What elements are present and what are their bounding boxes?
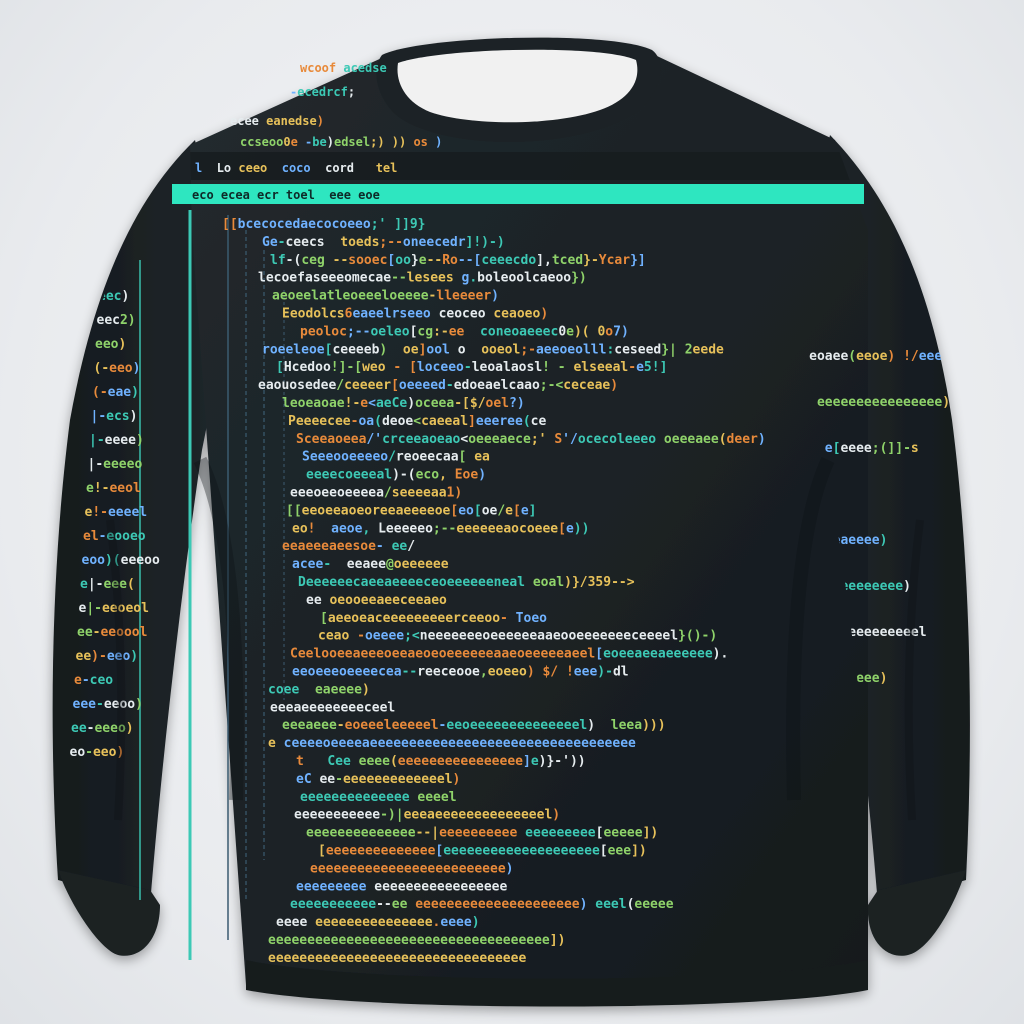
left-sleeve-code-line: ee)-eeo) <box>76 649 139 664</box>
editor-code-line: eeee eeeeeeeeeeeeeee.eeee) <box>276 915 480 930</box>
editor-code-line: [aeeoeaceeeeeeeeerceeoo- Toeo <box>320 611 547 626</box>
left-sleeve-code-line: eee-eeoo) <box>73 697 143 712</box>
editor-code-line: Sceeaoeea/'crceeaoeao<oeeeaece;' S'/ocec… <box>296 432 766 447</box>
editor-code-line: eaouosedee/ceeeer[oeeeed-edoeaelcaao;-<c… <box>258 378 618 393</box>
editor-code-line: Ge-ceecs toeds;--oneecedr]!)-) <box>262 235 505 250</box>
editor-code-line: ceao -oeeee;<neeeeeeeoeeeeeeaaeooeeeeeee… <box>318 629 717 644</box>
editor-code-line: eeeoeeoeeeea/seeeeaa1) <box>290 486 462 501</box>
editor-code-line: eeaeeeaeesoe- ee/ <box>282 539 415 554</box>
editor-code-line: eeeecoeeeal)-(eco, Eoe) <box>306 468 486 483</box>
left-sleeve-code-line: |-eeee) <box>89 433 144 448</box>
editor-code-line: acee- eeaee@oeeeeee <box>292 557 449 572</box>
editor-code-line: eeeaeee-eoeeeleeeeel-eeoeeeeeeeeeeeeeel)… <box>282 718 666 733</box>
editor-code-line: ee oeooeeaeeceeaeo <box>306 593 447 608</box>
left-sleeve-code-line: e|-eeoeol <box>79 601 149 616</box>
tab-row-text: l Lo ceeo coco cord tel <box>195 161 397 175</box>
editor-code-line: leoeaoae!-e<aeCe)oceea-[$/oel?) <box>282 396 525 411</box>
editor-code-line: Deeeeeecaeeaeeeeceoeeeeeeneal eoal)}/359… <box>298 575 635 590</box>
header-code-line: ecee eanedse) <box>230 114 324 128</box>
editor-code-line: eeeeeeeeeee--ee eeeeeeeeeeeeeeeeeeeee) e… <box>290 897 674 912</box>
editor-code-line: Peeeecee-oa(deoe<caeeal]eeeree(ce <box>288 414 546 429</box>
header-code-line: ccseoo0e -be)edsel;) )) os ) <box>240 135 442 149</box>
tab-row: l Lo ceeo coco cord tel <box>195 161 397 175</box>
editor-code-line: lf-(ceg --sooec[oo}e--Ro--[ceeecdo],tced… <box>270 253 646 268</box>
editor-code-line: eeeaeeeeeeeeceel <box>270 700 395 715</box>
editor-code-line: [[eeoeeaoeoreeaeeeeoe[eo[oe/e[e] <box>286 503 536 518</box>
editor-code-line: eeeeeeeee eeeeeeeeeeeeeeeee <box>296 879 508 894</box>
editor-code-line: Ceelooeeaeeeoeeaeoeoeeeeeeaaeoeeeeeaeel[… <box>290 647 728 662</box>
left-sleeve-code-line: e!-eeol <box>86 481 141 496</box>
header-code-line: -ecedrcf; <box>290 85 355 99</box>
editor-code-line: peoloc;--oeleo[cg:-ee coneoaeeec0e)( 0o7… <box>300 324 629 339</box>
editor-code-line: eeeeeeeeeee-)|eeeaeeeeeeeeeeeeeel) <box>294 808 560 823</box>
editor-code-line: e ceeeeoeeeeaeeeeeeeeeeeeeeeeeeeeeeeeeee… <box>268 736 636 751</box>
editor-code-line: eeeeeeeeeeeeee--|eeeeeeeeee eeeeeeeee[ee… <box>306 826 658 841</box>
left-sleeve-code-line: |-ecs) <box>91 409 138 424</box>
status-bar-text: eco ecea ecr toel eee eoe <box>192 188 380 202</box>
editor-code-line: [[bcecocedaecocoeeo;' ]]9} <box>222 217 426 232</box>
editor-code-line: Seeeooeeeeo/reoeecaa[ ea <box>302 450 490 465</box>
editor-code-line: roeeleoe[ceeeeb) oe]ool o ooeol;-aeeoeol… <box>262 342 724 357</box>
editor-code-line: Eeodolcs6eaeelrseeo ceoceo ceaoeo) <box>282 307 548 322</box>
left-sleeve-code-line: eec2) <box>97 313 136 328</box>
left-sleeve-code-line: (-eae) <box>92 385 139 400</box>
editor-code-line: eeeeeeeeeeeeeeeeeeeeeeeee) <box>310 861 514 876</box>
editor-code-line: eo! aeoe, Leeeeeo;--eeeeeeaocoeee[e)) <box>292 521 589 536</box>
left-sleeve-code-line: (-eeo) <box>94 361 141 376</box>
editor-code-line: eeeeeeeeeeeeeeeeeeeeeeeeeeeeeeeee <box>268 951 526 966</box>
left-sleeve-code-line: e|-eee( <box>80 577 135 592</box>
left-sleeve-code-line: |-eeeeo <box>88 457 143 472</box>
status-bar: eco ecea ecr toel eee eoe <box>192 188 380 202</box>
editor-code-line: t Cee eeee(eeeeeeeeeeeeeeee]e)}-')) <box>296 754 586 769</box>
editor-code-line: eeeeeeeeeeeeeeeeeeeeeeeeeeeeeeeeeeee]) <box>268 933 565 948</box>
editor-code-line: eeeeeeeeeeeeee eeeel <box>300 790 457 805</box>
sweatshirt-scene: wcoof acedse -ecedrcf; ecee eanedse) ccseoo… <box>52 37 970 1007</box>
editor-code-line: eC ee-eeeeeeeeeeeeel) <box>296 772 460 787</box>
editor-code-line: aeoeelatleoeeeloeeee-lleeeer) <box>272 289 499 304</box>
left-sleeve-code-line: eeo) <box>95 337 126 352</box>
editor-code-line: [eeeeeeeeeeeeee[eeeeeeeeeeeeeeeeeeee[eee… <box>318 844 647 859</box>
header-code-line: wcoof acedse <box>300 61 387 75</box>
editor-code-line: [Hcedoo!]-[weo - [loceeo-leoalaosl! - el… <box>276 360 667 375</box>
left-sleeve-code-line: eo-eeo) <box>70 745 125 760</box>
editor-code-line: coee eaeeee) <box>268 682 370 697</box>
editor-code-line: lecoefaseeeomecae--lesees g.boleoolcaeoo… <box>258 271 587 286</box>
editor-code-line: eeoeeeoeeeecea--reeceooe,eoeeo) $/ !eee)… <box>292 665 629 680</box>
left-sleeve-code-line: ee-eeoool <box>77 625 147 640</box>
left-sleeve-code-line: e!-eeeel <box>85 505 148 520</box>
left-sleeve-code-line: e-ceo <box>74 673 113 688</box>
left-sleeve-code-line: eoo)(eeeoo <box>82 553 160 568</box>
